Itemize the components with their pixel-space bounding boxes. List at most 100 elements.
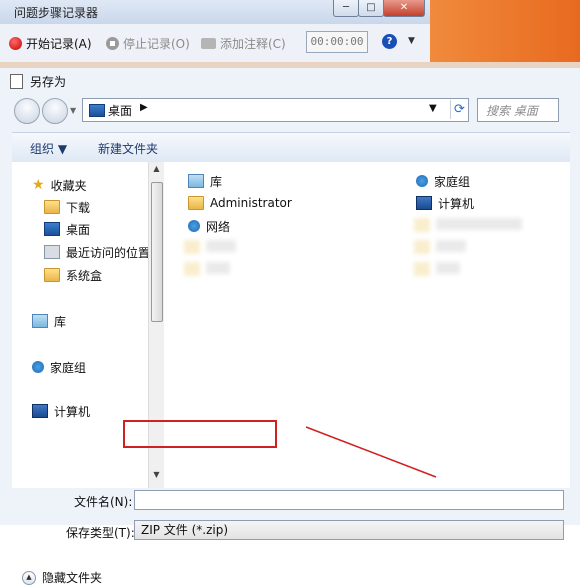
file-item-libraries[interactable]: 库 — [188, 172, 222, 190]
homegroup-icon — [416, 175, 428, 187]
nav-item-desktop[interactable]: 桌面 — [44, 220, 90, 238]
nav-scrollbar[interactable]: ▲ ▼ — [148, 162, 164, 488]
nav-label: 下载 — [66, 200, 91, 215]
stop-record-button[interactable]: 停止记录(O) — [106, 34, 190, 52]
nav-item-homegroup[interactable]: 家庭组 — [32, 358, 86, 376]
comment-icon — [201, 37, 216, 49]
network-icon — [188, 220, 200, 232]
back-button[interactable] — [14, 98, 40, 124]
address-crumb[interactable]: 桌面 — [108, 102, 132, 119]
desktop-icon — [89, 104, 105, 117]
file-item-computer[interactable]: 计算机 — [416, 194, 474, 212]
navigation-row: ▼ 桌面 ▶ ▼ ⟳ 搜索 桌面 — [0, 94, 580, 128]
nav-item-libraries[interactable]: 库 — [32, 312, 66, 330]
save-type-select[interactable]: ZIP 文件 (*.zip) — [134, 520, 564, 540]
start-record-button[interactable]: 开始记录(A) — [9, 34, 92, 52]
start-record-label: 开始记录(A) — [26, 36, 92, 51]
search-placeholder: 搜索 桌面 — [486, 104, 538, 118]
nav-item-computer[interactable]: 计算机 — [32, 402, 90, 420]
scroll-thumb[interactable] — [151, 182, 163, 322]
hide-folders-label: 隐藏文件夹 — [42, 571, 103, 585]
redacted-item — [436, 218, 522, 230]
save-type-value: ZIP 文件 (*.zip) — [141, 523, 229, 537]
help-icon[interactable]: ? — [382, 34, 397, 49]
redacted-item — [184, 262, 200, 276]
nav-label: 系统盒 — [66, 268, 103, 283]
file-item-network[interactable]: 网络 — [188, 217, 230, 235]
nav-label: 计算机 — [54, 404, 91, 419]
homegroup-icon — [32, 361, 44, 373]
nav-label: 最近访问的位置 — [66, 245, 151, 260]
recent-pages-dropdown[interactable]: ▼ — [70, 106, 76, 115]
redacted-item — [184, 240, 200, 254]
scroll-down-icon[interactable]: ▼ — [149, 470, 164, 479]
minimize-button[interactable]: ─ — [333, 0, 359, 17]
psr-title: 问题步骤记录器 — [14, 6, 99, 20]
hide-folders-button[interactable]: ▲ 隐藏文件夹 — [22, 569, 102, 586]
nav-item-downloads[interactable]: 下载 — [44, 198, 90, 216]
user-folder-icon — [188, 196, 204, 210]
computer-icon — [32, 404, 48, 418]
add-comment-label: 添加注释(C) — [220, 36, 286, 51]
maximize-button[interactable]: □ — [358, 0, 384, 17]
folder-icon — [44, 268, 60, 282]
psr-titlebar: 问题步骤记录器 ─ □ ✕ — [0, 0, 430, 24]
navigation-pane: ★ 收藏夹 下载 桌面 最近访问的位置 系统盒 库 家庭组 计算机 — [12, 162, 162, 488]
save-type-label: 保存类型(T): — [66, 526, 135, 540]
computer-icon — [416, 196, 432, 210]
star-icon: ★ — [32, 177, 45, 193]
redacted-item — [414, 218, 430, 232]
elapsed-timer: 00:00:00 — [306, 31, 368, 53]
file-name-field[interactable] — [134, 490, 564, 510]
file-label: 家庭组 — [434, 174, 471, 189]
chevron-right-icon[interactable]: ▶ — [140, 102, 148, 113]
record-icon — [9, 36, 22, 50]
refresh-icon[interactable]: ⟳ — [450, 100, 468, 119]
redacted-item — [414, 262, 430, 276]
nav-label: 家庭组 — [50, 360, 87, 375]
forward-button[interactable] — [42, 98, 68, 124]
document-icon — [10, 74, 23, 89]
file-name-label: 文件名(N): — [74, 495, 133, 509]
chevron-down-icon[interactable]: ▼ — [408, 36, 415, 46]
search-input[interactable]: 搜索 桌面 — [477, 98, 559, 122]
psr-window: 问题步骤记录器 ─ □ ✕ 开始记录(A) 停止记录(O) 添加注释(C) 00… — [0, 0, 431, 62]
save-as-dialog: 另存为 ▼ 桌面 ▶ ▼ ⟳ 搜索 桌面 组织 ▼ 新建文件夹 ★ 收藏夹 下载 — [0, 68, 580, 585]
chevron-up-icon: ▲ — [22, 570, 36, 585]
file-item-administrator[interactable]: Administrator — [188, 194, 292, 212]
redacted-item — [414, 240, 430, 254]
command-bar: 组织 ▼ 新建文件夹 — [12, 132, 570, 163]
nav-label: 库 — [54, 314, 67, 329]
dialog-titlebar: 另存为 — [0, 68, 580, 94]
address-dropdown-icon[interactable]: ▼ — [429, 103, 437, 114]
scroll-up-icon[interactable]: ▲ — [149, 164, 164, 173]
library-icon — [32, 314, 48, 328]
save-options: 文件名(N): 保存类型(T): ZIP 文件 (*.zip) ▲ 隐藏文件夹 — [0, 488, 580, 585]
dialog-title: 另存为 — [30, 75, 67, 89]
redacted-item — [206, 240, 236, 252]
add-comment-button[interactable]: 添加注释(C) — [201, 34, 286, 52]
file-label: 网络 — [206, 219, 231, 234]
desktop-icon — [44, 222, 60, 236]
new-folder-button[interactable]: 新建文件夹 — [98, 140, 158, 157]
nav-item-system-box[interactable]: 系统盒 — [44, 266, 102, 284]
file-list: 库 Administrator 网络 家庭组 计算机 — [164, 162, 570, 488]
folder-icon — [44, 200, 60, 214]
recent-places-icon — [44, 245, 60, 259]
stop-icon — [106, 36, 119, 50]
redacted-item — [436, 240, 466, 252]
redacted-item — [206, 262, 230, 274]
nav-item-favorites[interactable]: ★ 收藏夹 — [32, 176, 87, 194]
library-icon — [188, 174, 204, 188]
organize-button[interactable]: 组织 ▼ — [30, 140, 67, 157]
stop-record-label: 停止记录(O) — [123, 36, 190, 51]
close-button[interactable]: ✕ — [383, 0, 425, 17]
nav-item-recent[interactable]: 最近访问的位置 — [44, 243, 150, 261]
desktop-background — [430, 0, 580, 62]
file-item-homegroup[interactable]: 家庭组 — [416, 172, 470, 190]
nav-label: 桌面 — [66, 222, 91, 237]
redacted-item — [436, 262, 460, 274]
file-label: Administrator — [210, 196, 292, 210]
file-label: 库 — [210, 174, 223, 189]
address-bar[interactable]: 桌面 ▶ ▼ ⟳ — [82, 98, 469, 122]
